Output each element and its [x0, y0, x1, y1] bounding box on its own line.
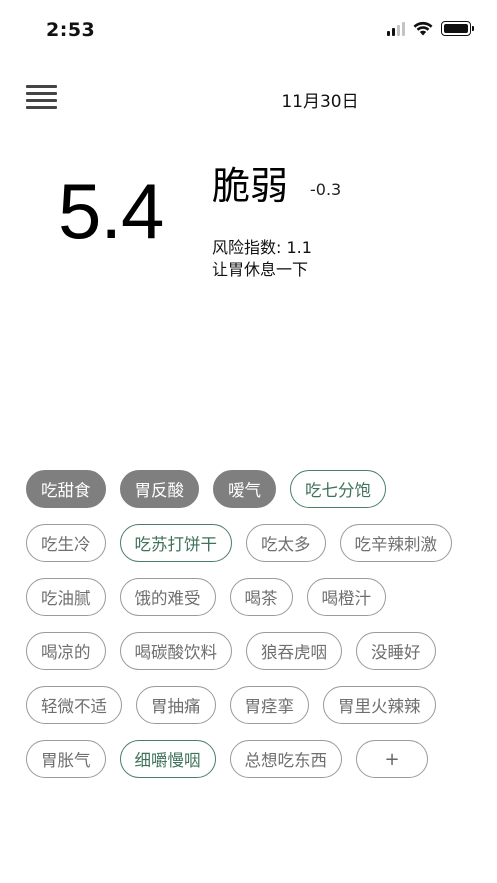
- tag-item[interactable]: 胃胀气: [26, 740, 106, 778]
- tag-item[interactable]: 喝碳酸饮料: [119, 632, 232, 670]
- tag-item[interactable]: 吃甜食: [26, 470, 106, 508]
- tag-item[interactable]: 吃油腻: [26, 578, 106, 616]
- tag-item[interactable]: 胃抽痛: [136, 686, 216, 724]
- status-bar: 2:53: [0, 0, 497, 60]
- advice-text: 让胃休息一下: [212, 260, 309, 279]
- tag-item[interactable]: 饿的难受: [119, 578, 216, 616]
- header-date: 11月30日: [281, 92, 359, 112]
- tag-item[interactable]: 吃七分饱: [290, 470, 386, 508]
- stomach-score: 5.4: [58, 167, 164, 255]
- tag-item[interactable]: 吃太多: [246, 524, 326, 562]
- tag-item[interactable]: 嗳气: [213, 470, 276, 508]
- score-delta: -0.3: [310, 180, 342, 199]
- tag-item[interactable]: 总想吃东西: [229, 740, 342, 778]
- tag-item[interactable]: 喝凉的: [26, 632, 106, 670]
- tag-item[interactable]: 吃苏打饼干: [119, 524, 232, 562]
- status-word: 脆弱: [212, 164, 289, 208]
- signal-icon: [387, 21, 405, 36]
- status-icons: [387, 21, 474, 36]
- tag-item[interactable]: 没睡好: [356, 632, 436, 670]
- battery-icon: [441, 21, 474, 36]
- tag-item[interactable]: 细嚼慢咽: [119, 740, 216, 778]
- tag-item[interactable]: 胃反酸: [119, 470, 199, 508]
- tag-item[interactable]: 喝橙汁: [306, 578, 386, 616]
- risk-index: 风险指数: 1.1: [212, 238, 312, 257]
- add-tag-button[interactable]: +: [356, 740, 428, 778]
- tag-list: 吃甜食 胃反酸 嗳气 吃七分饱 吃生冷 吃苏打饼干 吃太多 吃辛辣刺激 吃油腻 …: [26, 470, 476, 778]
- tag-item[interactable]: 吃辛辣刺激: [339, 524, 452, 562]
- tag-item[interactable]: 吃生冷: [26, 524, 106, 562]
- tag-item[interactable]: 胃痉挛: [229, 686, 309, 724]
- tag-item[interactable]: 狼吞虎咽: [246, 632, 342, 670]
- status-time: 2:53: [46, 19, 96, 41]
- tag-item[interactable]: 喝茶: [229, 578, 293, 616]
- wifi-icon: [413, 21, 433, 36]
- tag-item[interactable]: 胃里火辣辣: [323, 686, 436, 724]
- tag-item[interactable]: 轻微不适: [26, 686, 122, 724]
